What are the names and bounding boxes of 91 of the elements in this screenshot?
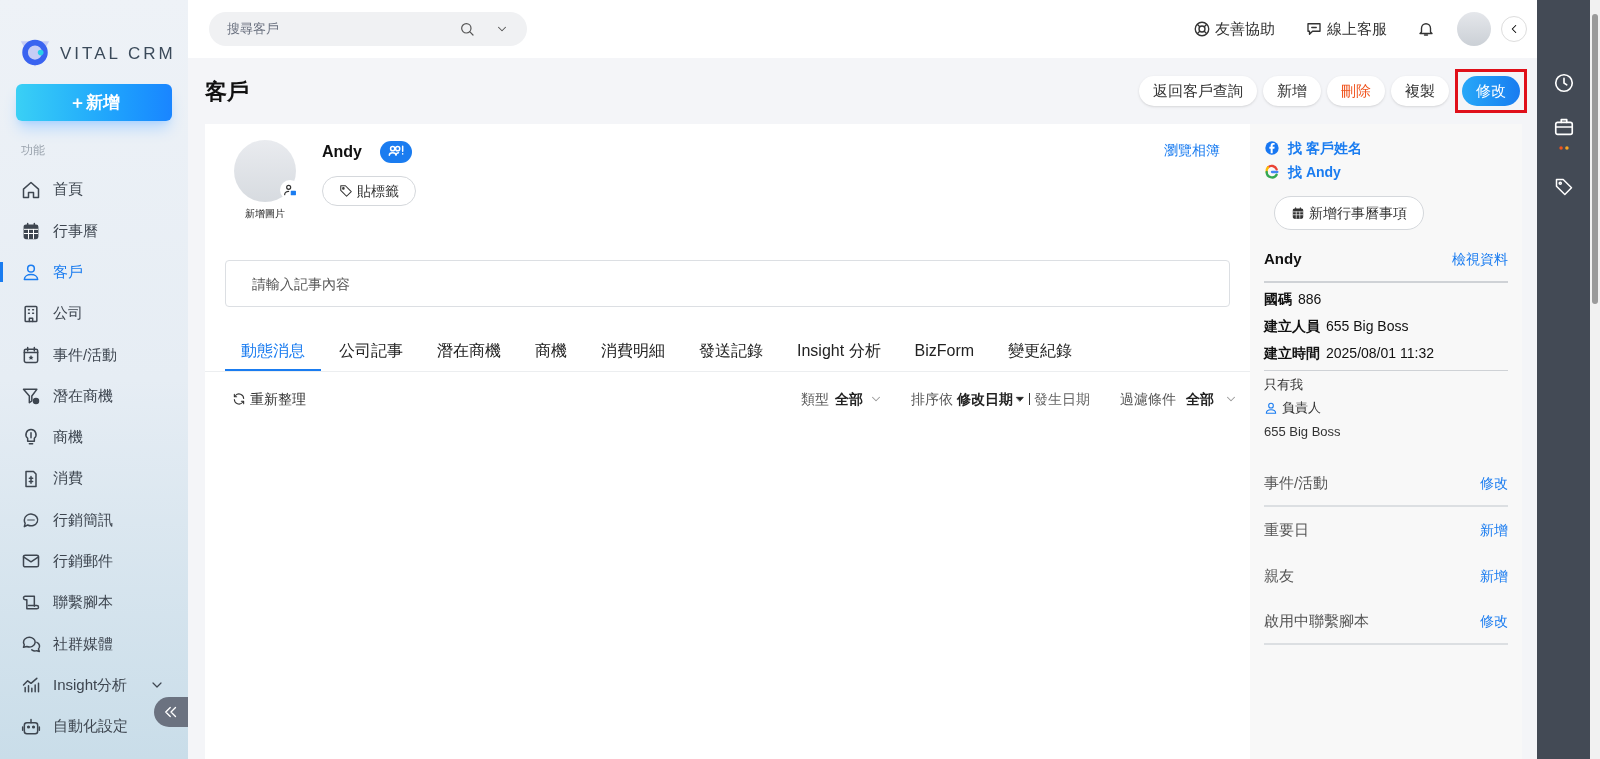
- section-action-link[interactable]: 新增: [1480, 565, 1508, 587]
- caret-down-icon: [1015, 394, 1025, 404]
- facebook-icon: [1264, 140, 1280, 156]
- action-button[interactable]: 刪除: [1327, 76, 1385, 106]
- album-link[interactable]: 瀏覽相簿: [1164, 140, 1220, 161]
- section-title: 啟用中聯繫腳本: [1264, 610, 1369, 631]
- sidebar-item[interactable]: 聯繫腳本: [0, 581, 150, 624]
- note-field[interactable]: 請輸入記事內容: [225, 260, 1230, 307]
- page-title: 客戶: [205, 77, 249, 106]
- tab[interactable]: 公司記事: [323, 333, 419, 371]
- scrollbar-thumb[interactable]: [1592, 14, 1598, 304]
- top-link[interactable]: 友善協助: [1193, 17, 1275, 41]
- view-details-link[interactable]: 檢視資料: [1452, 248, 1508, 270]
- tab[interactable]: Insight 分析: [781, 333, 897, 371]
- tab[interactable]: 消費明細: [585, 333, 681, 371]
- field-value: 2025/08/01 11:32: [1326, 343, 1434, 363]
- section-action-link[interactable]: 新增: [1480, 519, 1508, 541]
- sidebar-item[interactable]: 首頁: [0, 169, 150, 211]
- collapse-icon[interactable]: [154, 697, 188, 727]
- sort-option[interactable]: 發生日期: [1034, 388, 1090, 410]
- search-field[interactable]: 搜尋客戶: [209, 12, 527, 46]
- section-title: 重要日: [1264, 519, 1309, 540]
- action-button[interactable]: 新增: [1263, 76, 1321, 106]
- section-label: 功能: [20, 142, 46, 159]
- home-icon: [21, 179, 41, 200]
- top-link[interactable]: 線上客服: [1305, 17, 1387, 41]
- field-label: 建立人員: [1264, 316, 1320, 336]
- lifebuoy-icon: [1193, 20, 1211, 38]
- clock-icon[interactable]: [1552, 72, 1575, 94]
- section-title: 親友: [1264, 565, 1294, 586]
- support-chat-icon: [1305, 20, 1323, 38]
- tab[interactable]: BizForm: [898, 333, 991, 371]
- sidebar-item[interactable]: 行銷簡訊: [0, 499, 150, 541]
- refresh-icon: [232, 392, 246, 406]
- section-action-link[interactable]: 修改: [1480, 472, 1508, 494]
- type-dropdown[interactable]: 類型 全部: [801, 388, 883, 410]
- sidebar-item[interactable]: 消費: [0, 458, 150, 500]
- field-value: 886: [1298, 289, 1322, 309]
- sidebar-item[interactable]: 社群媒體: [0, 623, 150, 665]
- sidebar-item[interactable]: 商機: [0, 416, 150, 459]
- field-label: 建立時間: [1264, 343, 1320, 363]
- search-icon: [459, 21, 475, 37]
- visibility-text: 只有我: [1264, 375, 1304, 394]
- tag-icon[interactable]: [1553, 177, 1574, 197]
- user-icon: [21, 262, 41, 283]
- calendar-icon: [21, 220, 41, 241]
- robot-icon: [21, 716, 41, 737]
- sort-label: 排序依: [911, 389, 953, 409]
- brand-name: VITAL CRM: [60, 43, 176, 66]
- building-icon: [21, 303, 41, 324]
- action-button[interactable]: 返回客戶查詢: [1139, 76, 1257, 106]
- owner-name: 655 Big Boss: [1264, 422, 1342, 441]
- search-link[interactable]: 找 客戶姓名: [1264, 136, 1508, 160]
- customer-name: Andy: [322, 142, 362, 162]
- avatar-caption: 新增圖片: [245, 207, 285, 221]
- action-button[interactable]: 複製: [1391, 76, 1449, 106]
- sidebar-item[interactable]: 潛在商機: [0, 375, 150, 417]
- sidebar-item[interactable]: 客戶: [0, 251, 150, 293]
- section-title: 事件/活動: [1264, 472, 1329, 493]
- tag-icon: [339, 184, 353, 198]
- sidebar-item[interactable]: 自動化設定: [0, 705, 150, 748]
- tab[interactable]: 動態消息: [225, 333, 321, 371]
- calendar-icon: [1291, 206, 1305, 220]
- sort-option[interactable]: 修改日期: [957, 388, 1025, 410]
- sidebar-item[interactable]: Insight分析: [0, 664, 150, 706]
- sidebar-item[interactable]: 行銷郵件: [0, 540, 150, 582]
- sms-bubble-icon: [21, 510, 41, 530]
- google-icon: [1264, 164, 1280, 180]
- user-icon: [1264, 400, 1278, 415]
- sidebar-item[interactable]: 公司: [0, 292, 150, 335]
- field-label: 國碼: [1264, 289, 1292, 309]
- owner-label: 負責人: [1282, 399, 1321, 417]
- sidebar-item[interactable]: 行事曆: [0, 210, 150, 252]
- search-input[interactable]: 搜尋客戶: [227, 19, 447, 39]
- sidebar-item[interactable]: 事件/活動: [0, 334, 150, 376]
- tab[interactable]: 發送記錄: [683, 333, 779, 371]
- tab[interactable]: 潛在商機: [421, 333, 517, 371]
- bell-icon[interactable]: [1417, 20, 1435, 38]
- contact-name: Andy: [1264, 249, 1302, 269]
- section-action-link[interactable]: 修改: [1480, 610, 1508, 632]
- search-link[interactable]: 找 Andy: [1264, 160, 1508, 184]
- field-value: 655 Big Boss: [1326, 316, 1409, 336]
- tab[interactable]: 商機: [519, 333, 583, 371]
- tab[interactable]: 變更紀錄: [992, 333, 1089, 371]
- refresh-button[interactable]: 重新整理: [232, 388, 306, 410]
- briefcase-icon[interactable]: [1552, 116, 1575, 138]
- filter-dropdown[interactable]: 過濾條件 全部: [1120, 388, 1238, 410]
- calendar-star-icon: [21, 344, 41, 365]
- funnel-icon: [21, 386, 41, 407]
- group-alert-icon: [380, 141, 412, 163]
- add-calendar-button[interactable]: 新增行事曆事項: [1274, 196, 1424, 230]
